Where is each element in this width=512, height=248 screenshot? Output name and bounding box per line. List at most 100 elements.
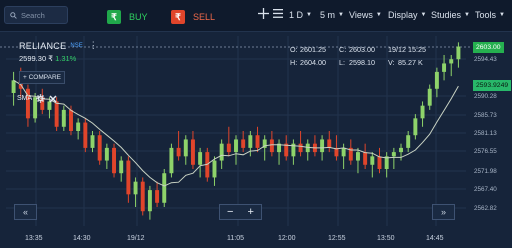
hamburger-icon	[273, 9, 283, 18]
y-tick: 2567.40	[474, 186, 497, 193]
candle-body	[456, 46, 461, 60]
studies-dropdown[interactable]: Studies ▼	[431, 10, 470, 20]
x-tick: 11:05	[227, 235, 244, 242]
x-tick: 12:00	[278, 235, 296, 242]
candle-body	[406, 135, 411, 148]
sell-button[interactable]: ₹ SELL	[171, 8, 215, 26]
more-options-icon[interactable]: ⋮	[89, 40, 98, 51]
caret-down-icon: ▼	[464, 12, 470, 18]
candle-body	[54, 101, 59, 127]
interval-label: 1 D	[289, 10, 304, 20]
volume-value: 85.27 K	[398, 58, 423, 67]
zoom-out-button[interactable]: −	[227, 206, 233, 218]
candle-body	[241, 139, 246, 148]
candle-body	[391, 152, 396, 157]
candle-body	[363, 152, 368, 165]
candle-body	[112, 147, 117, 174]
x-tick: 12:55	[328, 235, 346, 242]
low-key: L:	[339, 58, 345, 67]
search-box[interactable]: Search	[4, 6, 68, 24]
candle-body	[198, 152, 203, 165]
candle-body	[212, 160, 217, 178]
buy-button[interactable]: ₹ BUY	[107, 8, 148, 26]
tools-dropdown[interactable]: Tools ▼	[475, 10, 505, 20]
y-tick: 2571.98	[474, 168, 497, 175]
candle-body	[420, 105, 425, 119]
candle-body	[320, 139, 325, 153]
candle-body	[155, 190, 160, 203]
display-dropdown[interactable]: Display ▼	[388, 10, 426, 20]
candle-body	[298, 143, 303, 153]
study-legend-sma: SMA	[17, 94, 57, 103]
gear-icon[interactable]	[36, 94, 45, 103]
caret-down-icon: ▼	[338, 12, 344, 18]
interval-dropdown[interactable]: 1 D ▼	[289, 10, 312, 20]
scroll-right-button[interactable]: »	[432, 204, 455, 220]
candle-body	[162, 173, 167, 203]
y-tick: 2585.73	[474, 112, 497, 119]
price-value: 2599.30 ₹	[19, 54, 53, 63]
search-icon	[10, 11, 17, 19]
volume-key: V:	[388, 58, 395, 67]
y-tick: 2581.13	[474, 130, 497, 137]
caret-down-icon: ▼	[420, 12, 427, 18]
candle-body	[140, 181, 145, 212]
x-tick: 14:45	[426, 235, 444, 242]
candle-body	[169, 147, 174, 174]
caret-down-icon: ▼	[306, 12, 312, 18]
candle-body	[377, 156, 382, 169]
candle-body	[355, 152, 360, 161]
search-input[interactable]: Search	[21, 11, 45, 20]
candle-body	[183, 139, 188, 157]
candle-body	[176, 147, 181, 157]
views-dropdown[interactable]: Views ▼	[349, 10, 382, 20]
x-tick: 19/12	[127, 235, 145, 242]
high-key: H:	[290, 58, 298, 67]
candle-body	[427, 88, 432, 106]
caret-down-icon: ▼	[375, 12, 382, 18]
candle-body	[413, 118, 418, 136]
rupee-icon: ₹	[107, 10, 121, 24]
candle-body	[76, 122, 81, 131]
plus-icon	[258, 8, 269, 19]
candle-body	[327, 139, 332, 148]
menu-button[interactable]	[273, 9, 283, 18]
candle-body	[248, 135, 253, 148]
candle-body	[226, 143, 231, 153]
open-key: O:	[290, 45, 298, 54]
studies-label: Studies	[431, 10, 462, 20]
candle-body	[69, 109, 73, 131]
y-tick: 2594.43	[474, 56, 497, 63]
candle-body	[133, 181, 138, 195]
exchange-label: NSE	[70, 42, 83, 49]
candle-body	[104, 147, 109, 161]
close-value: 2603.00	[349, 45, 375, 54]
caret-down-icon: ▼	[499, 12, 505, 18]
views-label: Views	[349, 10, 373, 20]
price-change: 1.31%	[55, 54, 77, 63]
candle-body	[341, 147, 346, 157]
buy-label: BUY	[129, 12, 148, 22]
candle-body	[61, 109, 66, 127]
candle-body	[219, 143, 224, 161]
bar-datetime: 19/12 15:25	[388, 45, 426, 54]
candle-body	[126, 160, 131, 195]
zoom-in-button[interactable]: +	[248, 206, 254, 218]
close-icon[interactable]	[49, 94, 57, 103]
sell-label: SELL	[193, 12, 216, 22]
y-tick: 2562.82	[474, 205, 497, 212]
ohlc-readout: O: 2601.25 C: 2603.00 19/12 15:25 H: 2604.0…	[290, 43, 426, 69]
current-price-tag: 2603.00	[473, 42, 504, 53]
y-tick: 2590.28	[474, 93, 497, 100]
candle-body	[442, 63, 447, 72]
candle-body	[434, 71, 439, 89]
candle-body	[83, 122, 88, 148]
top-toolbar: Search ₹ BUY ₹ SELL 1 D ▼ 5 m ▼ Views ▼ Dis…	[0, 0, 512, 32]
scroll-left-button[interactable]: «	[14, 204, 37, 220]
zoom-controls: − +	[219, 204, 262, 220]
compare-button[interactable]: + COMPARE	[19, 71, 65, 84]
x-tick: 14:30	[73, 235, 91, 242]
y-tick: 2576.55	[474, 148, 497, 155]
crosshair-button[interactable]	[258, 8, 269, 19]
timeframe-dropdown[interactable]: 5 m ▼	[320, 10, 344, 20]
